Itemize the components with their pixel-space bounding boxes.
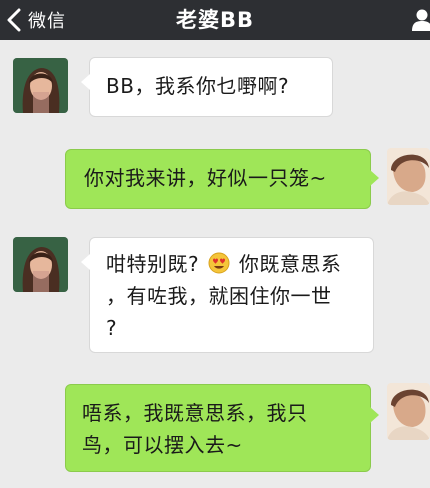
my-avatar[interactable] bbox=[387, 383, 430, 440]
message-line: 鸟，可以摆入去~ bbox=[82, 433, 243, 457]
message-line: ? bbox=[106, 316, 118, 340]
outgoing-message-bubble[interactable]: 你对我来讲，好似一只笼~ bbox=[65, 149, 379, 209]
chat-title: 老婆BB bbox=[175, 8, 254, 32]
contact-avatar[interactable] bbox=[13, 237, 68, 292]
message-line: 唔系，我既意思系，我只 bbox=[82, 401, 308, 425]
message-text: 你既意思系 bbox=[238, 252, 342, 276]
my-avatar[interactable] bbox=[387, 148, 430, 205]
outgoing-message-bubble[interactable]: 唔系，我既意思系，我只 鸟，可以摆入去~ bbox=[65, 384, 379, 472]
contact-avatar[interactable] bbox=[13, 58, 68, 113]
heart-eyes-emoji-icon bbox=[208, 252, 230, 274]
incoming-message-bubble[interactable]: BB，我系你乜嘢啊? bbox=[81, 57, 333, 117]
message-line: 咁特别既? 你既意思系 bbox=[106, 248, 357, 280]
person-icon[interactable] bbox=[410, 9, 430, 31]
message-text: BB，我系你乜嘢啊? bbox=[106, 74, 290, 98]
incoming-message-bubble[interactable]: 咁特别既? 你既意思系 ，有咗我，就困住你一世 ? bbox=[81, 237, 374, 353]
top-bar: 微信 老婆BB bbox=[0, 0, 430, 40]
message-line: ，有咗我，就困住你一世 bbox=[106, 284, 332, 308]
chat-area[interactable]: BB，我系你乜嘢啊? 你对我来讲，好似一只笼~ 咁特别既? 你既意思系 ，有咗我… bbox=[0, 40, 430, 488]
message-text: 咁特别既? bbox=[106, 252, 200, 276]
message-text: 你对我来讲，好似一只笼~ bbox=[84, 166, 327, 190]
